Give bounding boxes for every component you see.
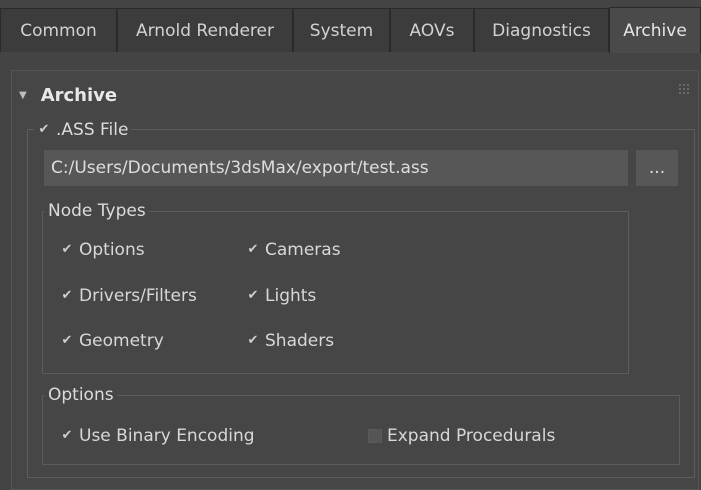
tab-system[interactable]: System <box>293 8 390 52</box>
drivers-filters-checkbox[interactable]: ✔ <box>60 289 74 303</box>
tab-diagnostics[interactable]: Diagnostics <box>474 8 609 52</box>
shaders-checkbox[interactable]: ✔ <box>246 334 260 348</box>
ass-file-checkbox[interactable]: ✔ <box>37 123 51 137</box>
drivers-filters-label: Drivers/Filters <box>79 286 197 306</box>
node-type-geometry[interactable]: ✔ Geometry <box>60 328 164 354</box>
cameras-label: Cameras <box>265 240 341 260</box>
node-type-cameras[interactable]: ✔ Cameras <box>246 237 341 263</box>
ass-path-input[interactable]: C:/Users/Documents/3dsMax/export/test.as… <box>44 150 628 186</box>
ass-file-label: .ASS File <box>56 120 129 140</box>
tab-strip: Common Arnold Renderer System AOVs Diagn… <box>0 0 701 53</box>
node-type-drivers-filters[interactable]: ✔ Drivers/Filters <box>60 283 197 309</box>
options-label: Options <box>79 240 145 260</box>
options-checkbox[interactable]: ✔ <box>60 243 74 257</box>
use-binary-encoding-row[interactable]: ✔ Use Binary Encoding <box>60 423 255 449</box>
use-binary-encoding-label: Use Binary Encoding <box>79 426 255 446</box>
geometry-checkbox[interactable]: ✔ <box>60 334 74 348</box>
tab-common[interactable]: Common <box>0 8 117 52</box>
browse-button-label: ... <box>648 158 666 178</box>
cameras-checkbox[interactable]: ✔ <box>246 243 260 257</box>
node-type-shaders[interactable]: ✔ Shaders <box>246 328 335 354</box>
expand-procedurals-label: Expand Procedurals <box>387 426 556 446</box>
expand-procedurals-row[interactable]: Expand Procedurals <box>368 423 555 449</box>
lights-checkbox[interactable]: ✔ <box>246 289 260 303</box>
node-type-options[interactable]: ✔ Options <box>60 237 145 263</box>
collapse-triangle-icon[interactable]: ▼ <box>19 90 27 101</box>
lights-label: Lights <box>265 286 317 306</box>
expand-procedurals-checkbox[interactable] <box>368 429 382 443</box>
node-type-lights[interactable]: ✔ Lights <box>246 283 317 309</box>
tab-archive[interactable]: Archive <box>609 7 701 53</box>
tab-arnold-renderer[interactable]: Arnold Renderer <box>117 8 293 52</box>
use-binary-encoding-checkbox[interactable]: ✔ <box>60 429 74 443</box>
rollout-header[interactable]: ▼ Archive <box>19 80 117 110</box>
browse-button[interactable]: ... <box>636 150 678 186</box>
ass-path-value: C:/Users/Documents/3dsMax/export/test.as… <box>51 158 429 178</box>
options-group-title: Options <box>45 385 117 407</box>
geometry-label: Geometry <box>79 331 164 351</box>
shaders-label: Shaders <box>265 331 335 351</box>
rollout-title: Archive <box>40 84 118 106</box>
node-types-title: Node Types <box>45 201 149 223</box>
ass-file-checkbox-row[interactable]: ✔ .ASS File <box>34 119 132 141</box>
tab-aovs[interactable]: AOVs <box>390 8 474 52</box>
grip-icon[interactable] <box>679 84 689 94</box>
